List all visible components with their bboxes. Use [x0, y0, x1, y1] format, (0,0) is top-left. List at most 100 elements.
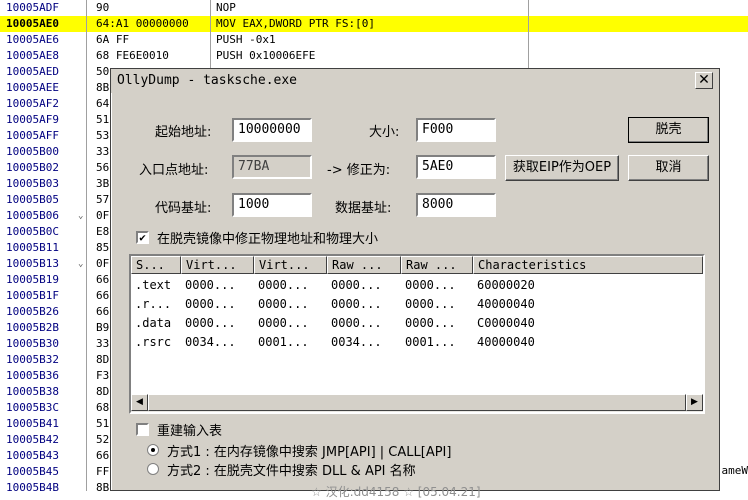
section-row[interactable]: .text0000...0000...0000...0000...6000002…: [131, 276, 703, 295]
get-eip-as-oep-button[interactable]: 获取EIP作为OEP: [505, 155, 619, 181]
section-row[interactable]: .data0000...0000...0000...0000...C000004…: [131, 314, 703, 333]
disasm-address: 10005B2B: [0, 320, 86, 336]
cancel-button[interactable]: 取消: [628, 155, 709, 181]
section-row[interactable]: .r...0000...0000...0000...0000...4000004…: [131, 295, 703, 314]
disasm-address: 10005B38: [0, 384, 86, 400]
rebuild-import-checkbox[interactable]: [136, 423, 149, 436]
scrollbar-thumb[interactable]: [148, 394, 686, 411]
disasm-address: 10005B26: [0, 304, 86, 320]
section-cell: 0001...: [401, 333, 477, 352]
sections-list-header: S...Virt...Virt...Raw ...Raw ...Characte…: [131, 256, 703, 274]
disasm-address: 10005AEE: [0, 80, 86, 96]
section-cell: 0001...: [254, 333, 331, 352]
disasm-address: 10005B06: [0, 208, 86, 224]
section-cell: 0000...: [327, 276, 405, 295]
method1-label: 方式1 : 在内存镜像中搜索 JMP[API] | CALL[API]: [167, 441, 451, 460]
section-cell: C0000040: [473, 314, 705, 333]
disasm-address: 10005AE6: [0, 32, 86, 48]
dump-button[interactable]: 脱壳: [628, 117, 709, 143]
section-cell: 0000...: [401, 276, 477, 295]
disasm-command: NOP: [216, 0, 526, 16]
code-base-field[interactable]: 1000: [232, 193, 312, 217]
size-label: 大小:: [369, 121, 399, 140]
clipped-text: ameW: [722, 464, 748, 477]
section-cell: .r...: [131, 295, 185, 314]
close-button[interactable]: ✕: [695, 72, 713, 89]
section-cell: 0034...: [327, 333, 405, 352]
section-cell: 0000...: [254, 276, 331, 295]
scroll-right-button[interactable]: ▶: [686, 394, 703, 411]
column-header[interactable]: Raw ...: [401, 256, 473, 274]
disasm-hex: 68 FE6E0010: [96, 48, 206, 64]
start-addr-field[interactable]: 10000000: [232, 118, 312, 142]
scroll-left-button[interactable]: ◀: [131, 394, 148, 411]
disasm-address: 10005B30: [0, 336, 86, 352]
section-cell: 0000...: [181, 295, 258, 314]
section-cell: 0000...: [327, 314, 405, 333]
disasm-command: PUSH -0x1: [216, 32, 526, 48]
disasm-hex: 6A FF: [96, 32, 206, 48]
entry-point-field: 77BA: [232, 155, 312, 179]
horizontal-scrollbar[interactable]: ◀ ▶: [131, 394, 703, 412]
method2-radio[interactable]: [147, 463, 159, 475]
method1-radio[interactable]: [147, 444, 159, 456]
disasm-address: 10005AE8: [0, 48, 86, 64]
check-icon: ✔: [139, 231, 146, 244]
fix-phys-label: 在脱壳镜像中修正物理地址和物理大小: [157, 228, 378, 247]
column-divider: [86, 0, 87, 491]
disasm-row[interactable]: 10005AE868 FE6E0010PUSH 0x10006EFE: [0, 48, 748, 64]
arrow-right-icon: ▶: [691, 397, 698, 407]
column-header[interactable]: S...: [131, 256, 181, 274]
disasm-address: 10005B45: [0, 464, 86, 480]
section-cell: 40000040: [473, 333, 705, 352]
disasm-address: 10005B3C: [0, 400, 86, 416]
disasm-row[interactable]: 10005ADF 90 NOP: [0, 0, 748, 16]
disasm-address: 10005B05: [0, 192, 86, 208]
disasm-address: 10005B0C: [0, 224, 86, 240]
method2-label: 方式2 : 在脱壳文件中搜索 DLL & API 名称: [167, 460, 416, 479]
disasm-address: 10005B03: [0, 176, 86, 192]
disasm-address: 10005B19: [0, 272, 86, 288]
disasm-address: 10005ADF: [0, 0, 86, 16]
disasm-row[interactable]: 10005AE6 6A FF PUSH -0x1: [0, 32, 748, 48]
arrow-left-icon: ◀: [136, 397, 143, 407]
section-cell: .data: [131, 314, 185, 333]
column-header[interactable]: Characteristics: [473, 256, 703, 274]
disasm-address: 10005B02: [0, 160, 86, 176]
dialog-title: OllyDump - tasksche.exe: [117, 73, 297, 88]
disasm-address: 10005AF2: [0, 96, 86, 112]
entry-point-label: 入口点地址:: [139, 159, 208, 178]
disasm-address: 10005B36: [0, 368, 86, 384]
disasm-address: 10005AE0: [0, 16, 86, 32]
fix-phys-checkbox[interactable]: ✔: [136, 231, 149, 244]
disasm-address: 10005B11: [0, 240, 86, 256]
jump-arrow-icon: ⌄: [78, 208, 83, 224]
section-row[interactable]: .rsrc0034...0001...0034...0001...4000004…: [131, 333, 703, 352]
disasm-address: 10005B43: [0, 448, 86, 464]
disasm-address: 10005AF9: [0, 112, 86, 128]
disasm-hex: 90: [96, 0, 206, 16]
section-cell: 0000...: [181, 276, 258, 295]
data-base-label: 数据基址:: [335, 197, 391, 216]
section-cell: 60000020: [473, 276, 705, 295]
section-cell: 40000040: [473, 295, 705, 314]
section-cell: 0000...: [327, 295, 405, 314]
radio-dot-icon: [151, 448, 155, 452]
title-bar[interactable]: OllyDump - tasksche.exe ✕: [111, 69, 719, 93]
disasm-address: 10005B42: [0, 432, 86, 448]
credits-footer: ☆ 汉化:dd4158 ☆ [05.04.21]: [311, 483, 481, 500]
size-field[interactable]: F000: [416, 118, 496, 142]
sections-list[interactable]: S...Virt...Virt...Raw ...Raw ...Characte…: [129, 254, 705, 414]
disasm-row[interactable]: 10005AE064:A1 00000000MOV EAX,DWORD PTR …: [0, 16, 748, 32]
column-header[interactable]: Virt...: [181, 256, 254, 274]
disasm-address: 10005B13: [0, 256, 86, 272]
data-base-field[interactable]: 8000: [416, 193, 496, 217]
disasm-address: 10005B32: [0, 352, 86, 368]
section-cell: .text: [131, 276, 185, 295]
column-header[interactable]: Raw ...: [327, 256, 401, 274]
disasm-address: 10005AED: [0, 64, 86, 80]
column-header[interactable]: Virt...: [254, 256, 327, 274]
section-cell: 0000...: [401, 295, 477, 314]
oep-field[interactable]: 5AE0: [416, 155, 496, 179]
disasm-command: MOV EAX,DWORD PTR FS:[0]: [216, 16, 526, 32]
